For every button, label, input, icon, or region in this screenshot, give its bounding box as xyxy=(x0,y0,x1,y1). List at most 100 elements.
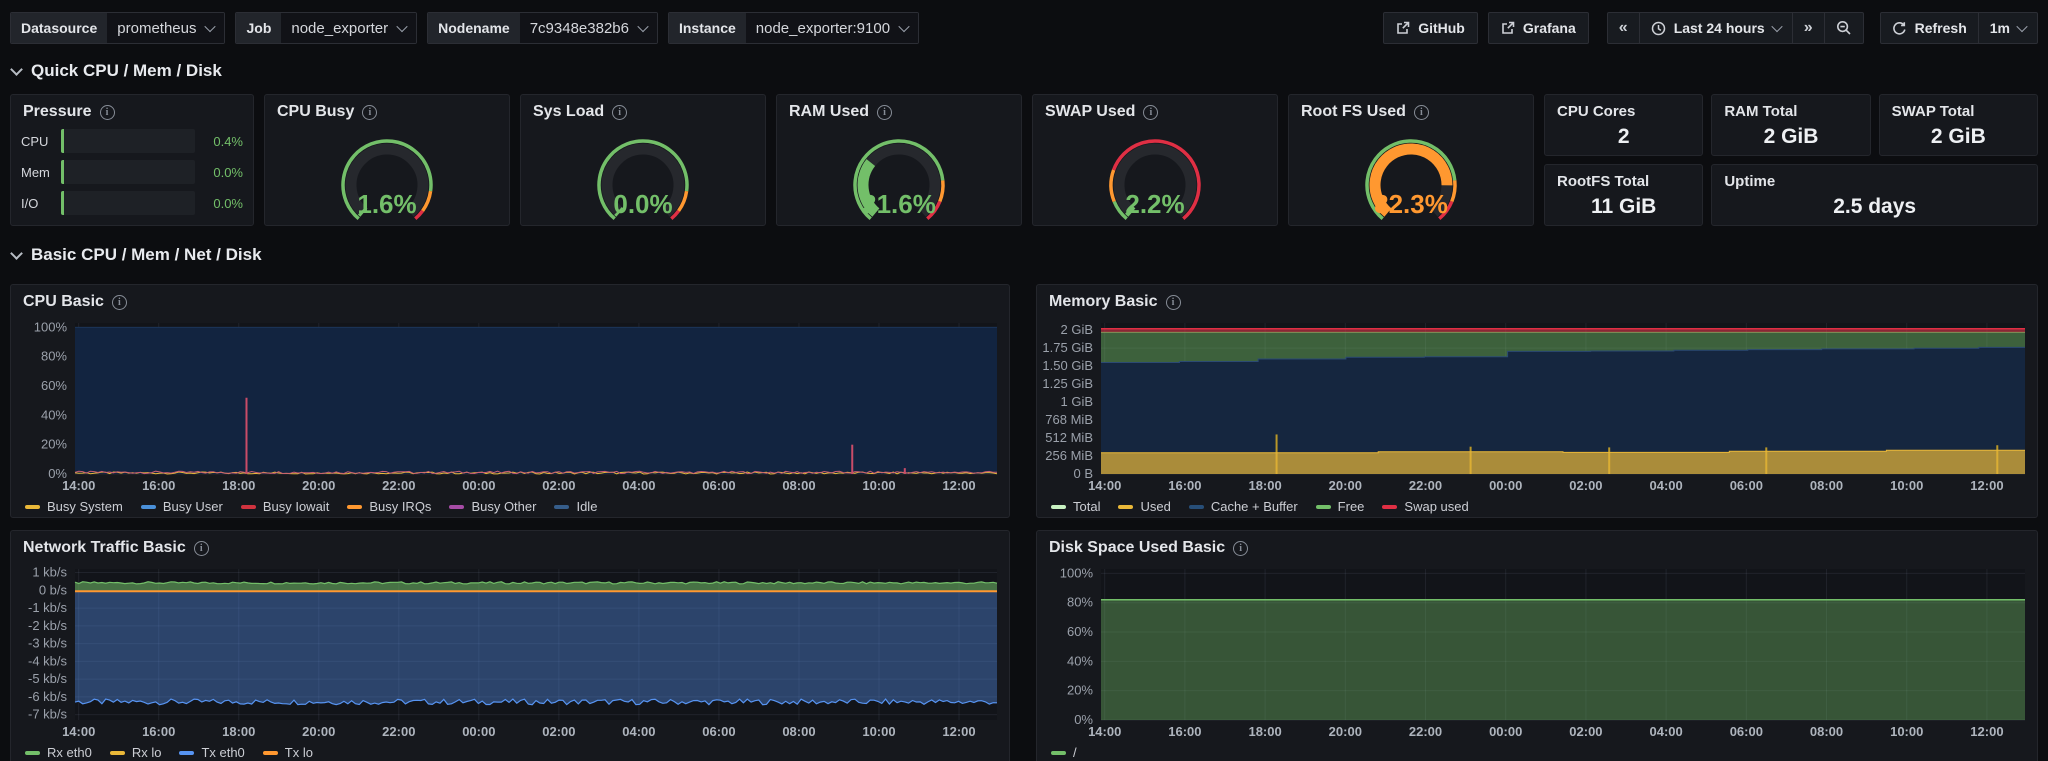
pressure-row-mem: Mem 0.0% xyxy=(21,159,243,185)
legend-item-busy-system[interactable]: Busy System xyxy=(25,499,123,514)
svg-text:40%: 40% xyxy=(41,407,67,422)
svg-text:02:00: 02:00 xyxy=(542,724,575,739)
stat-panel-uptime: Uptime 2.5 days xyxy=(1711,164,2038,226)
info-icon[interactable]: i xyxy=(1165,294,1181,310)
variable-nodename: Nodename 7c9348e382b6 xyxy=(427,12,658,44)
network-traffic-panel: Network Traffic Basic i 1 kb/s 0 b/s -1 kb… xyxy=(10,530,1010,761)
svg-text:12:00: 12:00 xyxy=(1970,478,2003,493)
svg-text:00:00: 00:00 xyxy=(462,724,495,739)
info-icon[interactable]: i xyxy=(99,104,115,120)
legend-item-total[interactable]: Total xyxy=(1051,499,1100,514)
chevron-down-icon xyxy=(10,246,23,260)
pressure-row-label: Mem xyxy=(21,164,50,180)
github-link-button[interactable]: GitHub xyxy=(1383,12,1478,44)
refresh-interval-label: 1m xyxy=(1989,20,2010,36)
legend-label: Rx lo xyxy=(131,745,162,760)
legend-label: Busy IRQs xyxy=(369,499,432,514)
info-icon[interactable]: i xyxy=(193,540,209,556)
variable-value-dropdown[interactable]: prometheus xyxy=(107,13,225,43)
legend-item-used[interactable]: Used xyxy=(1118,499,1171,514)
variable-value-dropdown[interactable]: node_exporter xyxy=(281,13,417,43)
time-shift-back-button[interactable]: « xyxy=(1608,13,1639,43)
legend-label: Busy Other xyxy=(471,499,537,514)
svg-text:1.50 GiB: 1.50 GiB xyxy=(1043,358,1093,373)
memory-basic-chart[interactable]: 2 GiB 1.75 GiB 1.50 GiB 1.25 GiB 1 GiB 768 Mi… xyxy=(1042,315,2031,499)
toolbar: Datasource prometheus Job node_exporter Node… xyxy=(10,0,2038,48)
svg-text:31.6%: 31.6% xyxy=(862,189,936,219)
stat-title: CPU Cores xyxy=(1557,103,1636,120)
legend-item-free[interactable]: Free xyxy=(1315,499,1365,514)
svg-text:04:00: 04:00 xyxy=(622,724,655,739)
grafana-link-button[interactable]: Grafana xyxy=(1487,12,1589,44)
gauge: 2.2% xyxy=(1109,139,1201,221)
time-zoom-out-button[interactable] xyxy=(1823,13,1863,43)
info-icon[interactable]: i xyxy=(362,104,378,120)
variable-value: prometheus xyxy=(117,19,197,37)
info-icon[interactable]: i xyxy=(1143,104,1159,120)
info-icon[interactable]: i xyxy=(1233,540,1249,556)
legend-label: Rx eth0 xyxy=(47,745,92,760)
legend-color-chip xyxy=(25,750,40,755)
svg-text:08:00: 08:00 xyxy=(1810,724,1843,739)
cpu-basic-chart[interactable]: 100% 80% 60% 40% 20% 0% 14:00 16:00 18:00 20:00 22… xyxy=(17,315,1003,499)
github-link-label: GitHub xyxy=(1418,20,1465,36)
legend-item-tx-lo[interactable]: Tx lo xyxy=(262,745,313,760)
legend-item-cache-buffer[interactable]: Cache + Buffer xyxy=(1188,499,1298,514)
panel-title: Network Traffic Basic xyxy=(23,539,186,556)
legend-item--[interactable]: / xyxy=(1051,745,1077,760)
refresh-icon xyxy=(1892,21,1906,35)
legend-color-chip xyxy=(347,504,363,509)
svg-text:00:00: 00:00 xyxy=(1489,478,1522,493)
stat-value: 2 GiB xyxy=(1930,124,1986,148)
svg-text:14:00: 14:00 xyxy=(1088,478,1121,493)
legend-item-busy-user[interactable]: Busy User xyxy=(140,499,223,514)
legend-item-busy-irqs[interactable]: Busy IRQs xyxy=(347,499,431,514)
legend-label: Busy System xyxy=(47,499,123,514)
svg-text:14:00: 14:00 xyxy=(62,478,95,493)
svg-text:1.25 GiB: 1.25 GiB xyxy=(1043,376,1093,391)
legend-item-rx-lo[interactable]: Rx lo xyxy=(109,745,162,760)
svg-text:04:00: 04:00 xyxy=(1649,478,1682,493)
section-basic-cpu-mem-net-disk[interactable]: Basic CPU / Mem / Net / Disk xyxy=(10,242,2038,268)
info-icon[interactable]: i xyxy=(877,104,893,120)
disk-space-chart[interactable]: 100% 80% 60% 40% 20% 0% 14:00 16:00 18:00 20:00 22… xyxy=(1043,561,2031,745)
legend-item-tx-eth0[interactable]: Tx eth0 xyxy=(179,745,245,760)
legend-label: Free xyxy=(1337,499,1365,514)
svg-text:18:00: 18:00 xyxy=(1248,724,1281,739)
pressure-row-value: 0.0% xyxy=(213,195,243,211)
info-icon[interactable]: i xyxy=(1413,104,1429,120)
legend-item-swap-used[interactable]: Swap used xyxy=(1382,499,1469,514)
legend-label: Busy Iowait xyxy=(262,499,330,514)
legend-color-chip xyxy=(1382,504,1398,509)
svg-text:20:00: 20:00 xyxy=(1329,478,1362,493)
network-traffic-chart[interactable]: 1 kb/s 0 b/s -1 kb/s -2 kb/s -3 kb/s -4 kb/s -… xyxy=(17,561,1003,745)
cpu-basic-legend: Busy System Busy User Busy Iowait Busy IRQs… xyxy=(11,499,1009,521)
variable-value-dropdown[interactable]: 7c9348e382b6 xyxy=(519,13,657,43)
svg-text:06:00: 06:00 xyxy=(702,478,735,493)
info-icon[interactable]: i xyxy=(612,104,628,120)
refresh-interval-dropdown[interactable]: 1m xyxy=(1977,13,2037,43)
legend-item-busy-iowait[interactable]: Busy Iowait xyxy=(240,499,330,514)
legend-item-rx-eth0[interactable]: Rx eth0 xyxy=(25,745,92,760)
svg-text:40%: 40% xyxy=(1067,653,1093,668)
info-icon[interactable]: i xyxy=(111,294,127,310)
svg-text:08:00: 08:00 xyxy=(782,724,815,739)
section-quick-cpu-mem-disk[interactable]: Quick CPU / Mem / Disk xyxy=(10,58,2038,84)
svg-text:-7 kb/s: -7 kb/s xyxy=(28,707,68,722)
svg-text:20%: 20% xyxy=(1067,683,1093,698)
pressure-panel: Pressure i CPU 0.4% Mem 0.0% I/O 0.0% xyxy=(10,94,254,226)
legend-item-busy-other[interactable]: Busy Other xyxy=(449,499,536,514)
legend-label: Swap used xyxy=(1404,499,1469,514)
chevron-down-icon xyxy=(10,62,23,76)
refresh-button[interactable]: Refresh xyxy=(1881,13,1978,43)
time-range-picker[interactable]: Last 24 hours xyxy=(1638,13,1792,43)
stat-title: Uptime xyxy=(1724,173,1776,190)
legend-item-idle[interactable]: Idle xyxy=(554,499,597,514)
pressure-rows: CPU 0.4% Mem 0.0% I/O 0.0% xyxy=(21,128,243,216)
legend-color-chip xyxy=(262,750,278,755)
legend-label: Used xyxy=(1140,499,1171,514)
variable-value-dropdown[interactable]: node_exporter:9100 xyxy=(745,13,919,43)
pressure-row-label: CPU xyxy=(21,133,49,149)
time-shift-forward-button[interactable]: » xyxy=(1791,13,1824,43)
chevron-down-icon xyxy=(2016,20,2028,33)
